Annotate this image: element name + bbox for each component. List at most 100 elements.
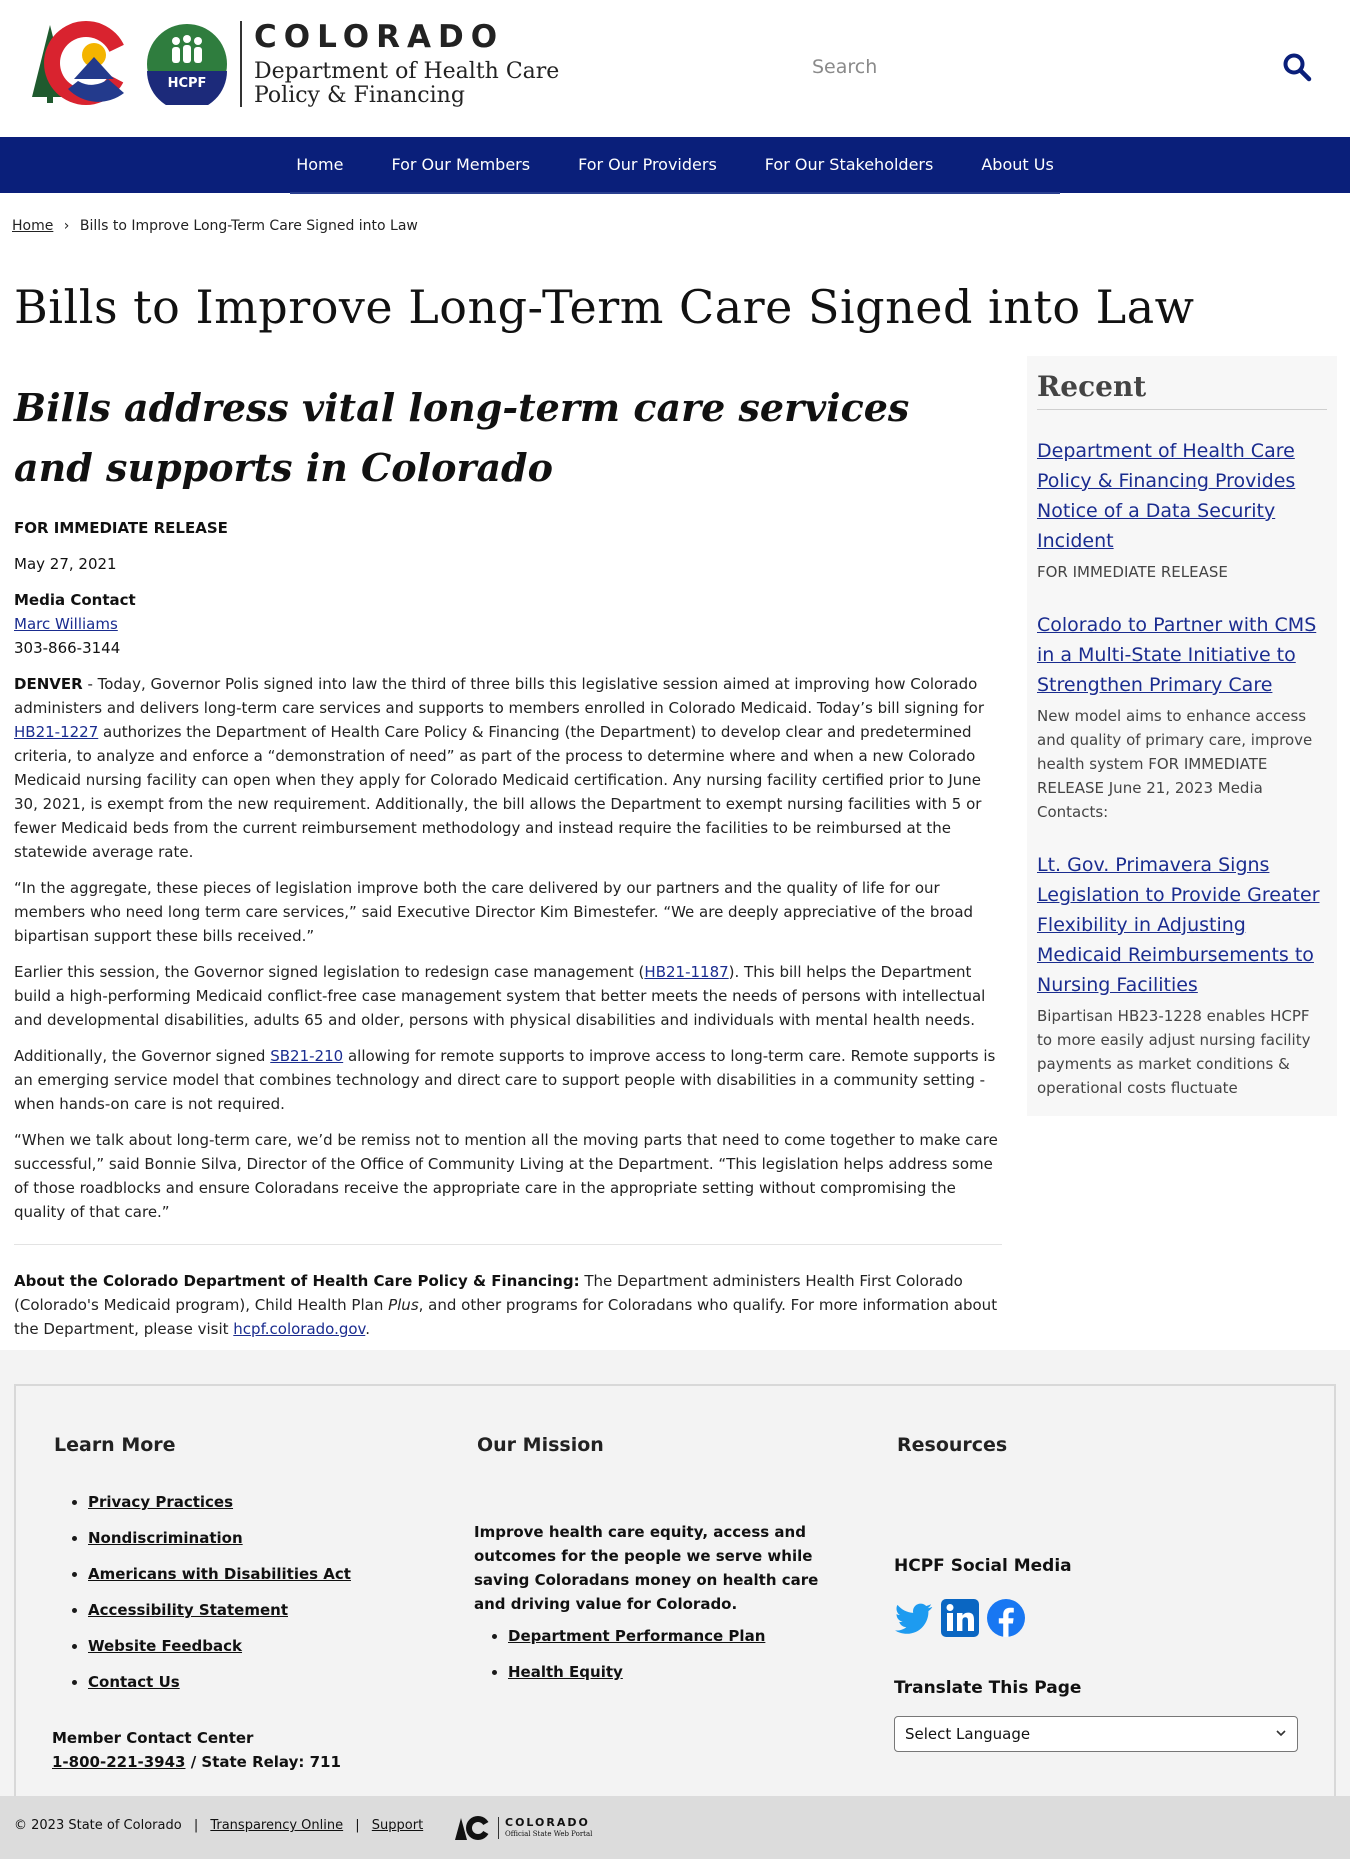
mission-list: Department Performance Plan Health Equit… — [490, 1618, 765, 1690]
recent-sidebar: Recent Department of Health Care Policy … — [1027, 356, 1337, 1116]
ada-link[interactable]: Americans with Disabilities Act — [88, 1565, 351, 1583]
member-contact-label: Member Contact Center — [52, 1729, 254, 1747]
twitter-icon[interactable] — [894, 1598, 934, 1638]
list-item: Americans with Disabilities Act — [88, 1556, 351, 1592]
colorado-c-logo — [32, 21, 136, 105]
recent-item: Lt. Gov. Primavera Signs Legislation to … — [1037, 850, 1327, 1100]
hcpf-website-link[interactable]: hcpf.colorado.gov — [233, 1320, 365, 1338]
accessibility-statement-link[interactable]: Accessibility Statement — [88, 1601, 288, 1619]
hb21-1187-link[interactable]: HB21-1187 — [644, 963, 728, 981]
paragraph-3: Earlier this session, the Governor signe… — [14, 963, 986, 1029]
learn-more-heading: Learn More — [54, 1434, 176, 1456]
recent-item-link[interactable]: Colorado to Partner with CMS in a Multi-… — [1037, 610, 1327, 700]
breadcrumb-home-link[interactable]: Home — [12, 218, 53, 234]
state-relay: / State Relay: 711 — [185, 1753, 341, 1771]
performance-plan-link[interactable]: Department Performance Plan — [508, 1627, 765, 1645]
sb21-210-link[interactable]: SB21-210 — [270, 1047, 343, 1065]
member-contact-center: Member Contact Center 1-800-221-3943 / S… — [52, 1726, 341, 1774]
article-divider — [14, 1244, 1002, 1245]
nav-for-our-members[interactable]: For Our Members — [367, 137, 554, 193]
release-date: May 27, 2021 — [14, 555, 117, 573]
media-contact-phone: 303-866-3144 — [14, 639, 121, 657]
transparency-online-link[interactable]: Transparency Online — [210, 1818, 343, 1833]
site-header: HCPF COLORADO Department of Health Care … — [0, 0, 1350, 137]
contact-us-link[interactable]: Contact Us — [88, 1673, 180, 1691]
colorado-portal-icon — [455, 1816, 492, 1840]
footer-panel: Learn More Privacy Practices Nondiscrimi… — [14, 1384, 1336, 1796]
recent-item-desc: Bipartisan HB23-1228 enables HCPF to mor… — [1037, 1007, 1311, 1097]
recent-item: Colorado to Partner with CMS in a Multi-… — [1037, 610, 1327, 824]
member-phone-link[interactable]: 1-800-221-3943 — [52, 1753, 185, 1771]
website-feedback-link[interactable]: Website Feedback — [88, 1637, 242, 1655]
dateline: DENVER — [14, 675, 83, 693]
list-item: Accessibility Statement — [88, 1592, 351, 1628]
list-item: Privacy Practices — [88, 1484, 351, 1520]
privacy-practices-link[interactable]: Privacy Practices — [88, 1493, 233, 1511]
nav-home[interactable]: Home — [272, 137, 367, 193]
copyright-line: © 2023 State of Colorado | Transparency … — [14, 1818, 424, 1833]
article-body: Bills address vital long-term care servi… — [14, 378, 1002, 1341]
logo-dept-line1: Department of Health Care — [254, 59, 560, 84]
breadcrumb-separator: › — [63, 218, 70, 234]
nav-underline — [290, 192, 1060, 194]
resources-heading: Resources — [897, 1434, 1008, 1456]
chevron-down-icon — [1276, 1730, 1286, 1737]
svg-text:HCPF: HCPF — [168, 76, 207, 91]
recent-item-link[interactable]: Lt. Gov. Primavera Signs Legislation to … — [1037, 850, 1327, 1000]
site-logo[interactable]: HCPF COLORADO Department of Health Care … — [28, 18, 559, 110]
list-item: Nondiscrimination — [88, 1520, 351, 1556]
paragraph-1: DENVER - Today, Governor Polis signed in… — [14, 675, 984, 861]
health-equity-link[interactable]: Health Equity — [508, 1663, 623, 1681]
recent-item: Department of Health Care Policy & Finan… — [1037, 436, 1327, 584]
support-link[interactable]: Support — [372, 1818, 423, 1833]
search-icon[interactable] — [1282, 52, 1312, 82]
translate-heading: Translate This Page — [894, 1678, 1082, 1698]
media-contact-label: Media Contact — [14, 591, 136, 609]
breadcrumb: Home › Bills to Improve Long-Term Care S… — [12, 218, 418, 234]
social-media-heading: HCPF Social Media — [894, 1556, 1072, 1576]
list-item: Department Performance Plan — [508, 1618, 765, 1654]
recent-item-desc: FOR IMMEDIATE RELEASE — [1037, 563, 1228, 581]
nav-about-us[interactable]: About Us — [957, 137, 1077, 193]
nav-for-our-providers[interactable]: For Our Providers — [554, 137, 741, 193]
search-bar[interactable]: Search — [812, 48, 1312, 88]
language-select-value: Select Language — [905, 1725, 1031, 1743]
portal-wordmark: COLORADO Official State Web Portal — [498, 1817, 592, 1839]
logo-wordmark: COLORADO Department of Health Care Polic… — [254, 20, 559, 108]
paragraph-5: “When we talk about long-term care, we’d… — [14, 1131, 998, 1221]
nondiscrimination-link[interactable]: Nondiscrimination — [88, 1529, 243, 1547]
social-links — [894, 1598, 1026, 1638]
recent-heading: Recent — [1037, 370, 1327, 410]
logo-divider — [240, 21, 242, 107]
media-contact-name-link[interactable]: Marc Williams — [14, 615, 118, 633]
nav-for-our-stakeholders[interactable]: For Our Stakeholders — [741, 137, 958, 193]
recent-item-link[interactable]: Department of Health Care Policy & Finan… — [1037, 436, 1327, 556]
list-item: Health Equity — [508, 1654, 765, 1690]
paragraph-2: “In the aggregate, these pieces of legis… — [14, 879, 974, 945]
hb21-1227-link[interactable]: HB21-1227 — [14, 723, 98, 741]
paragraph-4: Additionally, the Governor signed SB21-2… — [14, 1047, 996, 1113]
linkedin-icon[interactable] — [940, 1598, 980, 1638]
bottom-bar: © 2023 State of Colorado | Transparency … — [0, 1796, 1350, 1859]
search-input[interactable]: Search — [812, 56, 877, 78]
site-footer: Learn More Privacy Practices Nondiscrimi… — [0, 1350, 1350, 1796]
hcpf-badge-logo: HCPF — [147, 24, 227, 105]
state-portal-logo[interactable]: COLORADO Official State Web Portal — [454, 1814, 592, 1842]
logo-state-name: COLORADO — [254, 19, 505, 55]
about-department: About the Colorado Department of Health … — [14, 1272, 998, 1338]
list-item: Contact Us — [88, 1664, 351, 1700]
facebook-icon[interactable] — [986, 1598, 1026, 1638]
logo-dept-line2: Policy & Financing — [254, 83, 465, 108]
copyright-text: © 2023 State of Colorado — [14, 1818, 182, 1833]
our-mission-heading: Our Mission — [477, 1434, 604, 1456]
list-item: Website Feedback — [88, 1628, 351, 1664]
release-label: FOR IMMEDIATE RELEASE — [14, 519, 228, 537]
mission-statement: Improve health care equity, access and o… — [474, 1523, 819, 1613]
main-navigation: Home For Our Members For Our Providers F… — [0, 137, 1350, 194]
page-title: Bills to Improve Long-Term Care Signed i… — [14, 280, 1195, 334]
learn-more-list: Privacy Practices Nondiscrimination Amer… — [70, 1484, 351, 1700]
language-select[interactable]: Select Language — [894, 1716, 1298, 1752]
recent-item-desc: New model aims to enhance access and qua… — [1037, 707, 1313, 821]
breadcrumb-current: Bills to Improve Long-Term Care Signed i… — [79, 218, 418, 234]
article-subtitle: Bills address vital long-term care servi… — [14, 385, 910, 490]
